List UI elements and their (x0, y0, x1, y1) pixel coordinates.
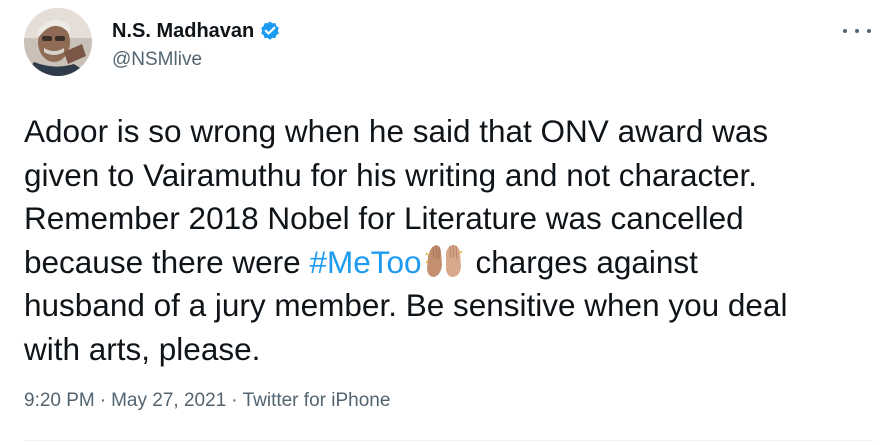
tweet-date[interactable]: May 27, 2021 (111, 390, 226, 411)
more-dot (867, 29, 871, 33)
author-handle[interactable]: @NSMlive (112, 49, 202, 71)
tweet-source[interactable]: Twitter for iPhone (243, 390, 391, 411)
divider (24, 440, 874, 441)
author-name-row: N.S. Madhavan (112, 16, 281, 46)
tweet-time[interactable]: 9:20 PM (24, 390, 95, 411)
tweet-text-segment: charges against (475, 243, 698, 280)
more-options-icon[interactable] (843, 20, 871, 42)
tweet-text: Adoor is so wrong when he said that ONV … (24, 110, 874, 371)
tweet-line-hashtag: because there were #MeToo charges agains… (24, 241, 874, 285)
tweet-line: given to Vairamuthu for his writing and … (24, 156, 758, 193)
meta-separator: · (231, 390, 238, 411)
tweet-text-segment: because there were (24, 243, 310, 280)
hashtag-link[interactable]: #MeToo (309, 244, 421, 280)
meta-separator: · (99, 390, 107, 411)
tweet-metadata: 9:20 PM · May 27, 2021 · Twitter for iPhone (24, 390, 390, 412)
verified-badge-icon (259, 20, 281, 42)
raised-hands-icon (424, 243, 464, 279)
tweet-line: Remember 2018 Nobel for Literature was c… (24, 200, 744, 236)
more-dot (855, 29, 859, 33)
avatar[interactable] (24, 8, 92, 76)
tweet-line: Adoor is so wrong when he said that ONV … (24, 113, 769, 149)
display-name[interactable]: N.S. Madhavan (112, 20, 254, 43)
more-dot (843, 29, 847, 33)
tweet-line: with arts, please. (24, 330, 261, 367)
tweet-card: N.S. Madhavan @NSMlive Adoor is so wrong… (0, 0, 895, 445)
tweet-line: husband of a jury member. Be sensitive w… (24, 287, 788, 323)
